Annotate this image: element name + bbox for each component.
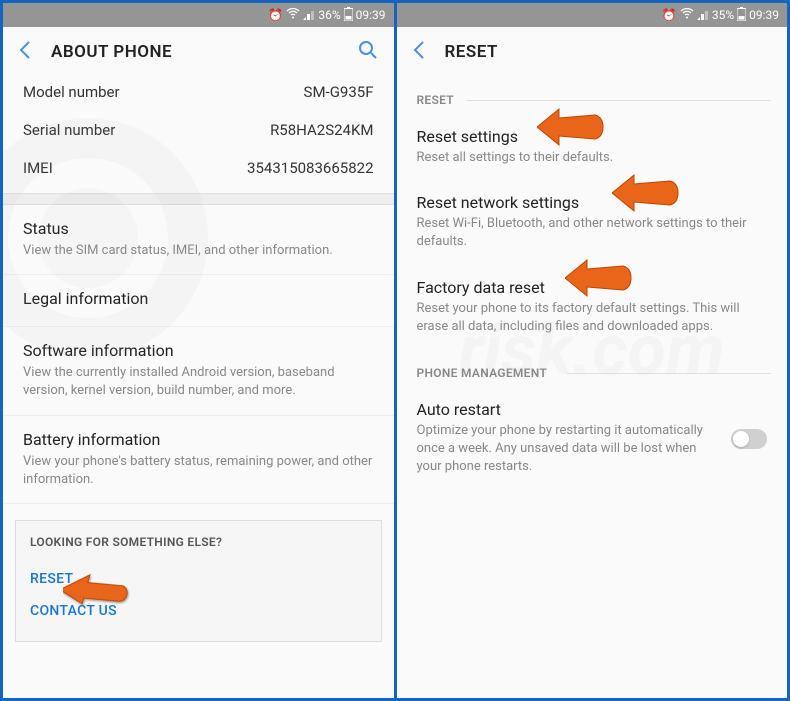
- reset-desc: Optimize your phone by restarting it aut…: [417, 422, 718, 477]
- reset-desc: Reset your phone to its factory default …: [417, 300, 768, 336]
- reset-title: Reset network settings: [417, 193, 768, 212]
- setting-desc: View the SIM card status, IMEI, and othe…: [23, 242, 374, 260]
- info-row: Serial number R58HA2S24KM: [3, 111, 394, 149]
- factory-data-reset[interactable]: Factory data reset Reset your phone to i…: [397, 266, 788, 350]
- footer-box: LOOKING FOR SOMETHING ELSE? RESET CONTAC…: [15, 520, 382, 642]
- divider: [3, 193, 394, 205]
- setting-battery[interactable]: Battery information View your phone's ba…: [3, 416, 394, 504]
- battery-percent: 35%: [712, 8, 734, 22]
- reset-network-settings[interactable]: Reset network settings Reset Wi-Fi, Blue…: [397, 181, 788, 265]
- signal-icon: [303, 8, 315, 23]
- footer-heading: LOOKING FOR SOMETHING ELSE?: [30, 535, 367, 549]
- setting-status[interactable]: Status View the SIM card status, IMEI, a…: [3, 205, 394, 275]
- auto-restart[interactable]: Auto restart Optimize your phone by rest…: [397, 388, 788, 491]
- status-bar: ⏰ 36% 09:39: [3, 3, 394, 27]
- wifi-icon: [680, 8, 694, 23]
- reset-desc: Reset all settings to their defaults.: [417, 149, 768, 167]
- footer-link-reset[interactable]: RESET: [30, 563, 367, 595]
- header: RESET: [397, 27, 788, 77]
- info-value: R58HA2S24KM: [270, 121, 373, 139]
- setting-software[interactable]: Software information View the currently …: [3, 327, 394, 415]
- battery-icon: [737, 7, 746, 24]
- setting-legal[interactable]: Legal information: [3, 275, 394, 327]
- info-label: IMEI: [23, 159, 53, 177]
- signal-icon: [697, 8, 709, 23]
- reset-title: Factory data reset: [417, 278, 768, 297]
- setting-desc: View the currently installed Android ver…: [23, 364, 374, 400]
- search-icon[interactable]: [358, 40, 378, 65]
- content: Model number SM-G935F Serial number R58H…: [3, 73, 394, 642]
- footer-link-contact[interactable]: CONTACT US: [30, 595, 367, 627]
- battery-percent: 36%: [318, 8, 340, 22]
- reset-title: Reset settings: [417, 127, 768, 146]
- panel-reset: risk.com ⏰ 35% 09:39 RESET RESET Reset s…: [397, 3, 788, 698]
- auto-restart-toggle[interactable]: [731, 429, 767, 449]
- page-title: RESET: [445, 42, 772, 62]
- info-row: IMEI 354315083665822: [3, 149, 394, 187]
- reset-title: Auto restart: [417, 400, 718, 419]
- section-header-reset: RESET: [397, 77, 788, 115]
- panel-about-phone: ⏰ 36% 09:39 ABOUT PHONE Model number SM-…: [3, 3, 394, 698]
- setting-title: Status: [23, 219, 374, 238]
- info-value: SM-G935F: [304, 83, 374, 101]
- info-value: 354315083665822: [247, 159, 373, 177]
- alarm-icon: ⏰: [268, 8, 283, 22]
- content: RESET Reset settings Reset all settings …: [397, 77, 788, 491]
- setting-title: Battery information: [23, 430, 374, 449]
- section-header-phone-mgmt: PHONE MANAGEMENT: [397, 350, 788, 388]
- setting-title: Software information: [23, 341, 374, 360]
- status-bar: ⏰ 35% 09:39: [397, 3, 788, 27]
- clock-time: 09:39: [356, 8, 386, 22]
- info-row: Model number SM-G935F: [3, 73, 394, 111]
- setting-title: Legal information: [23, 289, 374, 308]
- clock-time: 09:39: [749, 8, 779, 22]
- battery-icon: [344, 7, 353, 24]
- info-label: Model number: [23, 83, 120, 101]
- setting-desc: View your phone's battery status, remain…: [23, 453, 374, 489]
- back-icon[interactable]: [19, 40, 31, 64]
- wifi-icon: [286, 8, 300, 23]
- header: ABOUT PHONE: [3, 27, 394, 77]
- alarm-icon: ⏰: [662, 8, 677, 22]
- info-label: Serial number: [23, 121, 115, 139]
- page-title: ABOUT PHONE: [51, 42, 358, 62]
- reset-desc: Reset Wi-Fi, Bluetooth, and other networ…: [417, 215, 768, 251]
- reset-settings[interactable]: Reset settings Reset all settings to the…: [397, 115, 788, 181]
- back-icon[interactable]: [413, 40, 425, 64]
